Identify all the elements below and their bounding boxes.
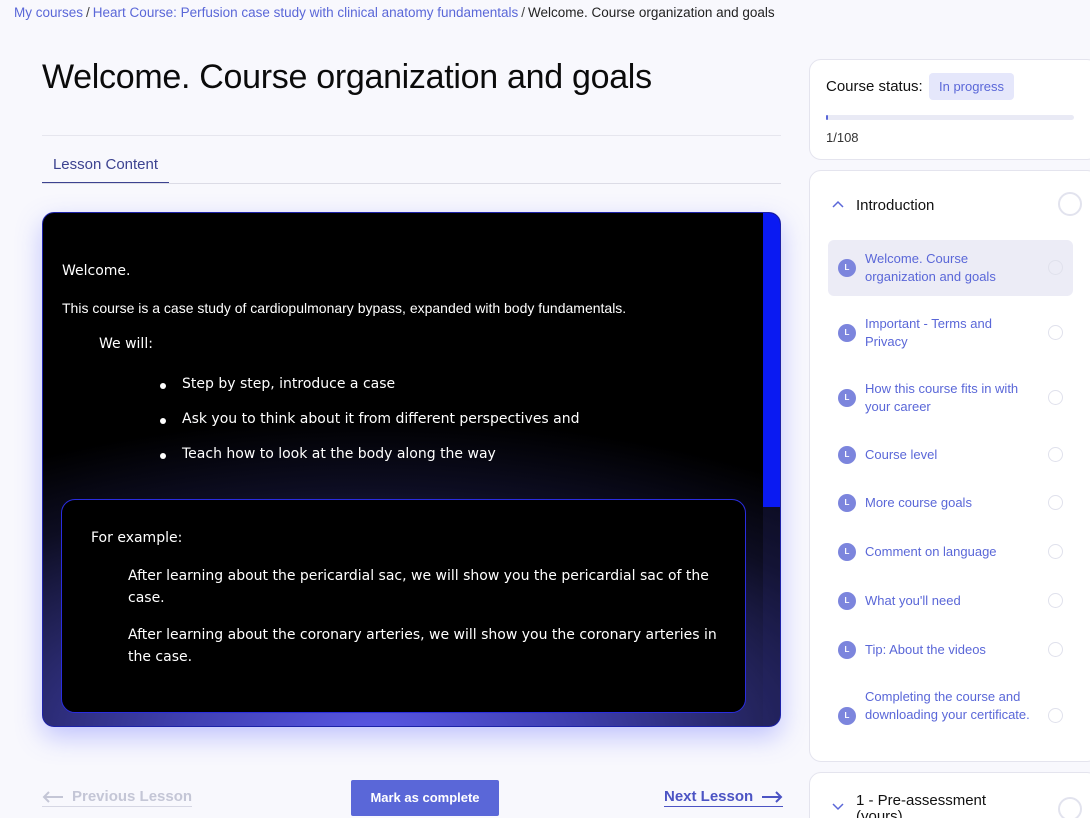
arrow-left-icon <box>42 790 63 803</box>
section-title: 1 - Pre-assessment (yours) <box>856 792 987 818</box>
lesson-label: Completing the course and downloading yo… <box>865 689 1030 722</box>
intro-text: This course is a case study of cardiopul… <box>62 300 627 316</box>
goals-list: Step by step, introduce a case Ask you t… <box>160 376 580 481</box>
section-pre-assessment: 1 - Pre-assessment (yours) <box>809 772 1090 818</box>
lesson-item-videos-tip[interactable]: L Tip: About the videos <box>828 632 1073 668</box>
breadcrumb-current: Welcome. Course organization and goals <box>528 5 775 20</box>
breadcrumb-separator: / <box>86 5 90 20</box>
section-introduction: Introduction L Welcome. Course organizat… <box>809 170 1090 762</box>
lesson-item-what-youll-need[interactable]: L What you'll need <box>828 583 1073 619</box>
lesson-item-course-level[interactable]: L Course level <box>828 437 1073 473</box>
example-label: For example: <box>91 530 183 546</box>
lesson-icon: L <box>838 494 856 512</box>
scrollbar-thumb[interactable] <box>763 213 780 507</box>
lesson-icon: L <box>838 389 856 407</box>
lesson-icon: L <box>838 543 856 561</box>
lesson-item-course-goals[interactable]: L More course goals <box>828 485 1073 521</box>
content-scrollbar[interactable] <box>763 213 780 726</box>
arrow-right-icon <box>762 790 783 803</box>
lesson-label: Course level <box>865 447 938 462</box>
completion-circle-icon <box>1048 495 1063 510</box>
completion-circle-icon <box>1048 325 1063 340</box>
tab-divider <box>42 183 781 184</box>
chevron-up-icon <box>832 200 844 208</box>
example-paragraph: After learning about the pericardial sac… <box>128 568 709 606</box>
lesson-content-frame: Welcome. This course is a case study of … <box>42 212 781 727</box>
example-paragraph: After learning about the coronary arteri… <box>128 627 717 665</box>
previous-lesson-label: Previous Lesson <box>72 788 193 805</box>
tab-lesson-content[interactable]: Lesson Content <box>42 148 169 184</box>
lesson-icon: L <box>838 707 856 725</box>
breadcrumb: My courses / Heart Course: Perfusion case … <box>14 5 775 20</box>
lesson-icon: L <box>838 259 856 277</box>
course-status-label: Course status: <box>826 78 923 95</box>
next-lesson-label: Next Lesson <box>664 788 754 805</box>
lesson-label: What you'll need <box>865 593 961 608</box>
lesson-label: How this course fits in with your career <box>865 381 1019 414</box>
lesson-label: Tip: About the videos <box>865 642 986 657</box>
lesson-item-welcome[interactable]: L Welcome. Course organization and goals <box>828 240 1073 296</box>
lesson-icon: L <box>838 592 856 610</box>
course-progress-bar <box>826 115 1074 120</box>
lesson-icon: L <box>838 641 856 659</box>
list-item: Teach how to look at the body along the … <box>160 446 580 481</box>
lesson-icon: L <box>838 446 856 464</box>
lesson-label: Important - Terms and Privacy <box>865 316 992 349</box>
lesson-label: More course goals <box>865 495 972 510</box>
status-badge: In progress <box>929 73 1015 100</box>
course-progress-count: 1/108 <box>826 130 859 145</box>
completion-circle-icon <box>1048 447 1063 462</box>
example-box: For example: After learning about the pe… <box>61 499 746 713</box>
breadcrumb-my-courses[interactable]: My courses <box>14 5 83 20</box>
mark-as-complete-button[interactable]: Mark as complete <box>351 780 499 816</box>
completion-circle-icon <box>1048 260 1063 275</box>
completion-circle-icon <box>1048 593 1063 608</box>
completion-circle-icon <box>1048 708 1063 723</box>
completion-circle-icon <box>1048 642 1063 657</box>
section-title: Introduction <box>856 196 935 214</box>
list-item: Step by step, introduce a case <box>160 376 580 411</box>
course-status-card: Course status: In progress 1/108 <box>809 59 1090 160</box>
chevron-down-icon <box>832 803 844 811</box>
breadcrumb-separator: / <box>521 5 526 20</box>
previous-lesson-button[interactable]: Previous Lesson <box>42 788 193 807</box>
lesson-item-language[interactable]: L Comment on language <box>828 534 1073 570</box>
lesson-label: Comment on language <box>865 544 997 559</box>
title-divider <box>42 135 781 136</box>
completion-circle-icon <box>1048 544 1063 559</box>
lesson-icon: L <box>838 324 856 342</box>
course-progress-fill <box>826 115 829 120</box>
completion-circle-icon <box>1058 192 1082 216</box>
page-title: Welcome. Course organization and goals <box>42 58 652 96</box>
lesson-content-body: Welcome. This course is a case study of … <box>43 213 765 726</box>
lesson-item-certificate[interactable]: L Completing the course and downloading … <box>828 683 1073 749</box>
completion-circle-icon <box>1048 390 1063 405</box>
lesson-label: Welcome. Course organization and goals <box>865 251 996 284</box>
completion-circle-icon <box>1058 797 1082 818</box>
list-item: Ask you to think about it from different… <box>160 411 580 446</box>
section-header-pre-assessment[interactable]: 1 - Pre-assessment (yours) <box>826 793 1082 818</box>
lesson-item-career[interactable]: L How this course fits in with your care… <box>828 370 1073 426</box>
next-lesson-button[interactable]: Next Lesson <box>664 788 784 807</box>
breadcrumb-course[interactable]: Heart Course: Perfusion case study with … <box>93 5 518 20</box>
section-header-introduction[interactable]: Introduction <box>826 192 1082 217</box>
welcome-text: Welcome. <box>62 263 131 279</box>
we-will-text: We will: <box>99 336 153 352</box>
lesson-item-terms-privacy[interactable]: L Important - Terms and Privacy <box>828 305 1073 361</box>
